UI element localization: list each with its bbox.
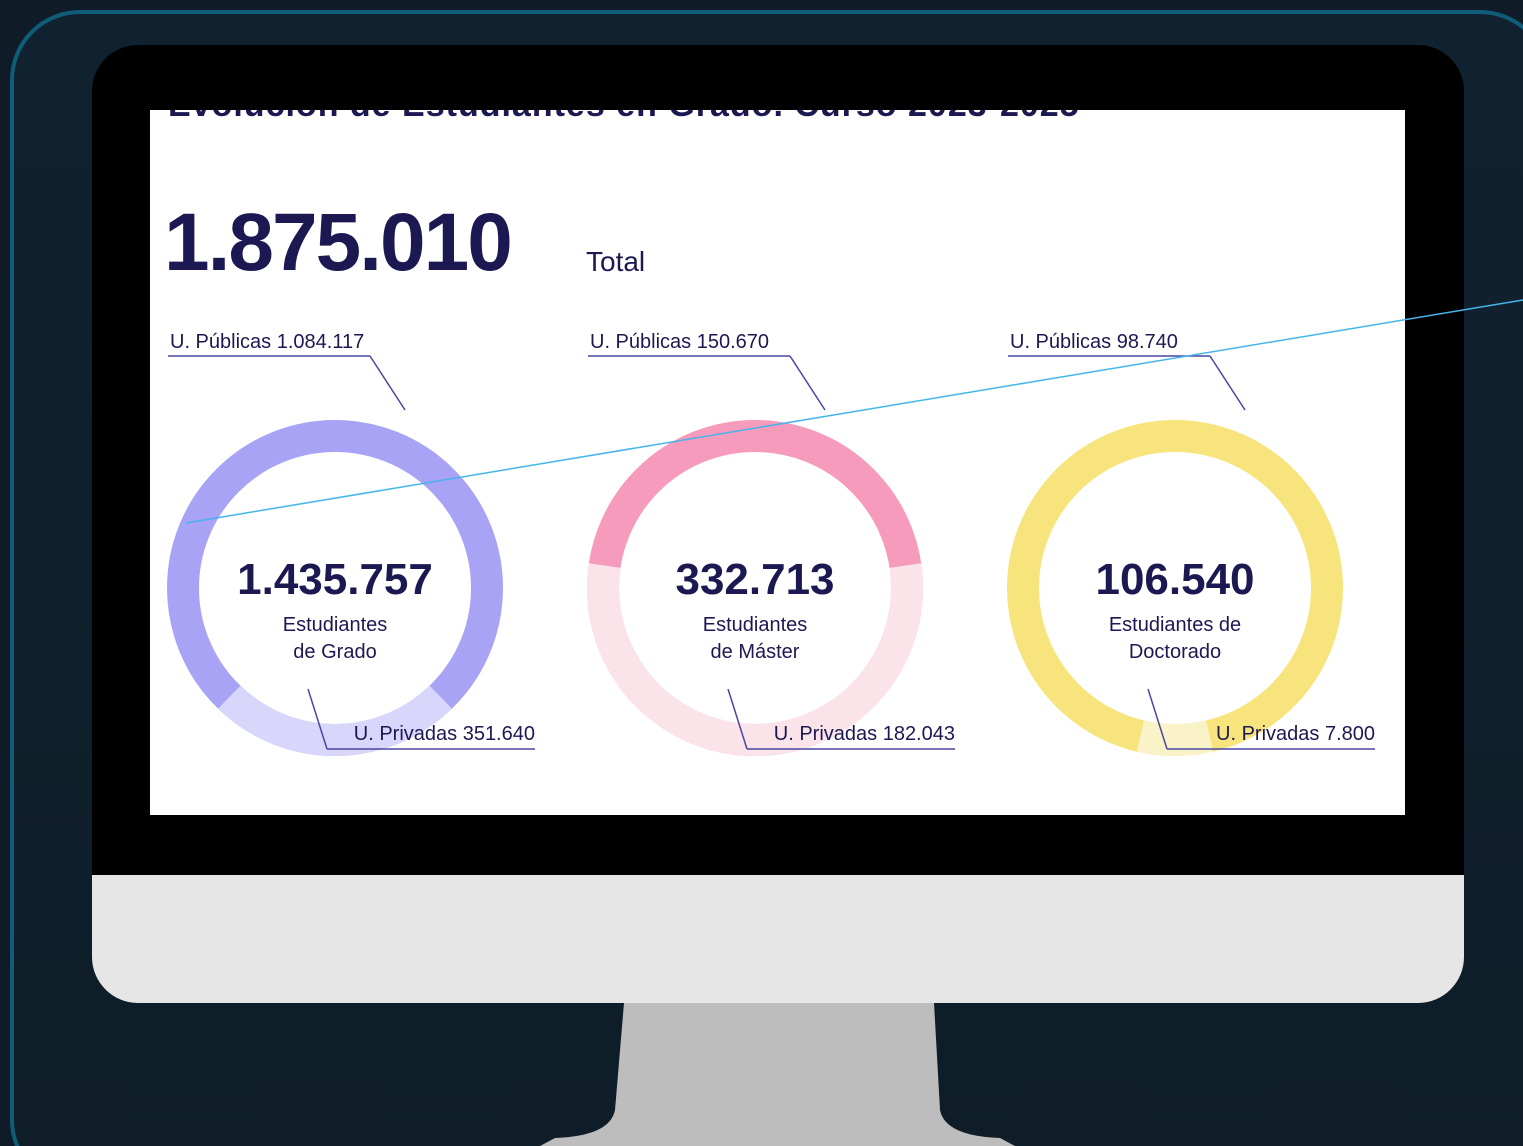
callout-privadas-label: U. Privadas 182.043 [774, 723, 955, 745]
donut-charts: 1.435.757 Estudiantes de Grado U. Públicas … [167, 331, 1375, 756]
center-label-line1: Estudiantes de [1109, 614, 1241, 636]
callout-publicas-label: U. Públicas 150.670 [590, 331, 769, 353]
monitor-chin [92, 875, 1464, 1003]
callout-publicas-label: U. Públicas 98.740 [1010, 331, 1178, 353]
center-label-line2: de Grado [293, 641, 376, 663]
monitor-bezel: Evolución de Estudiantes en Grado. Curso… [92, 45, 1464, 1003]
center-label-line1: Estudiantes [703, 614, 808, 636]
callout-privadas-label: U. Privadas 351.640 [354, 723, 535, 745]
callout-privadas-label: U. Privadas 7.800 [1216, 723, 1375, 745]
callout-publicas-leader [369, 355, 406, 411]
center-label-line1: Estudiantes [283, 614, 388, 636]
callout-publicas-leader [1209, 355, 1246, 411]
center-value: 1.435.757 [237, 555, 433, 604]
callout-publicas-leader [789, 355, 826, 411]
callout-publicas-label: U. Públicas 1.084.117 [170, 331, 364, 353]
center-value: 332.713 [675, 555, 834, 604]
center-value: 106.540 [1095, 555, 1254, 604]
donut-slice-privadas [1136, 720, 1214, 756]
center-label-line2: de Máster [711, 641, 800, 663]
stage: Evolución de Estudiantes en Grado. Curso… [0, 0, 1523, 1146]
monitor-screen: Evolución de Estudiantes en Grado. Curso… [150, 110, 1405, 815]
center-label-line2: Doctorado [1129, 641, 1221, 663]
